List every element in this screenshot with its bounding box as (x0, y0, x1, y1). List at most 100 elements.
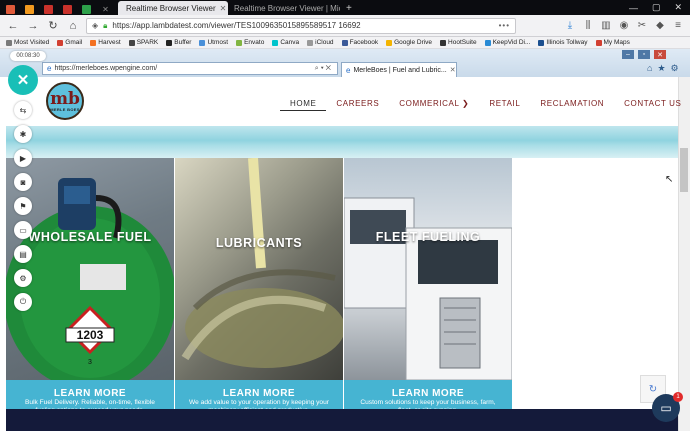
bookmark-item[interactable]: Illinois Tollway (538, 39, 588, 46)
bookmark-item[interactable]: iCloud (307, 39, 334, 46)
new-tab-button[interactable]: + (346, 3, 352, 14)
card-footer[interactable]: LEARN MORE We add value to your operatio… (175, 380, 343, 412)
lambdatest-toolbar: ✕ ⇆ ✱ ▶ ◙ ⚑ ▭ ▤ ⚙ ⏻ (6, 63, 40, 323)
remote-close-button[interactable]: ✕ (654, 50, 666, 59)
menu-item-reclamation[interactable]: RECLAMATION (530, 99, 614, 111)
home-icon[interactable]: ⌂ (66, 20, 80, 32)
switch-session-button[interactable]: ⇆ (14, 101, 32, 119)
menu-item-careers[interactable]: CAREERS (326, 99, 389, 111)
maps-icon (595, 39, 602, 46)
card-footer[interactable]: LEARN MORE Custom solutions to keep your… (344, 380, 512, 412)
spark-icon (128, 39, 135, 46)
ie-icon: e (47, 64, 52, 73)
bookmark-item[interactable]: KeepVid Di... (484, 39, 530, 46)
scrollbar-thumb[interactable] (680, 148, 688, 192)
card-lubricants[interactable]: LUBRICANTS LEARN MORE We add value to yo… (175, 158, 343, 412)
bookmark-item[interactable]: Canva (272, 39, 299, 46)
settings-gear-icon[interactable]: ⚙ (671, 63, 679, 74)
pinned-tab-1[interactable] (2, 3, 19, 15)
oil-pour-illustration (181, 158, 343, 368)
keepvid-icon (484, 39, 491, 46)
bookmark-item[interactable]: Facebook (341, 39, 378, 46)
google-drive-icon (386, 39, 393, 46)
bookmark-item[interactable]: Utmost (199, 39, 228, 46)
menu-icon[interactable]: ≡ (672, 20, 684, 31)
screenshot-button[interactable]: ◙ (14, 173, 32, 191)
page-actions-icon[interactable]: ••• (499, 21, 510, 30)
pinned-tab-5[interactable] (78, 3, 95, 15)
bookmark-item[interactable]: Most Visited (6, 39, 49, 46)
maximize-button[interactable]: ▢ (652, 2, 661, 13)
card-fleet-fueling[interactable]: FLEET FUELING LEARN MORE Custom solution… (344, 158, 512, 412)
minimize-button[interactable]: — (629, 3, 638, 13)
remote-url-bar[interactable]: e https://merleboes.wpengine.com/ ⌕▾✕ (42, 62, 338, 75)
extension-icon[interactable]: ◆ (654, 20, 666, 31)
files-button[interactable]: ▤ (14, 245, 32, 263)
hootsuite-icon (440, 39, 447, 46)
menu-item-contact[interactable]: CONTACT US (614, 99, 690, 111)
card-photo (175, 158, 343, 380)
download-icon[interactable]: ⤓ (564, 20, 576, 31)
chat-notification-badge: 1 (673, 392, 683, 402)
favorites-star-icon[interactable]: ★ (657, 63, 665, 74)
bookmark-item[interactable]: Harvest (90, 39, 121, 46)
icloud-icon (307, 39, 314, 46)
resolution-button[interactable]: ▭ (14, 221, 32, 239)
bookmark-item[interactable]: Buffer (166, 39, 191, 46)
bookmark-item[interactable]: Google Drive (386, 39, 432, 46)
bookmark-item[interactable]: My Maps (595, 39, 630, 46)
camera-icon: ◙ (20, 177, 26, 187)
tab-microsoft[interactable]: Realtime Browser Viewer | Microsoft — Wi (230, 2, 340, 15)
search-refresh-icon[interactable]: ⌕▾✕ (315, 65, 333, 73)
page-scrollbar[interactable] (678, 77, 690, 431)
menu-item-retail[interactable]: RETAIL (479, 99, 530, 111)
bookmark-item[interactable]: SPARK (128, 39, 158, 46)
settings-button[interactable]: ⚙ (14, 269, 32, 287)
learn-more-button[interactable]: LEARN MORE (344, 388, 512, 399)
bookmark-item[interactable]: Gmail (57, 39, 82, 46)
library-icon[interactable]: ⫼ (582, 20, 594, 31)
mark-bug-button[interactable]: ⚑ (14, 197, 32, 215)
end-session-button[interactable]: ⏻ (14, 293, 32, 311)
pinned-tab-4[interactable] (59, 3, 76, 15)
remote-tab-close-icon[interactable]: ✕ (450, 66, 456, 74)
pinned-tab-6[interactable]: ✕ (97, 3, 114, 15)
screenshot-icon[interactable]: ✂ (636, 20, 648, 31)
tab-title: Realtime Browser Viewer (126, 3, 216, 13)
remote-minimize-button[interactable]: – (622, 50, 634, 59)
browser-nav-bar: ← → ↻ ⌂ ◈ 🔒︎ https://app.lambdatest.com/… (0, 15, 690, 37)
pinned-tab-3[interactable] (40, 3, 57, 15)
sidebar-icon[interactable]: ▥ (600, 20, 612, 31)
lock-icon: 🔒︎ (103, 20, 108, 30)
site-logo[interactable]: mb MERLE BOES (46, 82, 84, 120)
card-footer[interactable]: LEARN MORE Bulk Fuel Delivery. Reliable,… (6, 380, 174, 412)
learn-more-button[interactable]: LEARN MORE (6, 388, 174, 399)
menu-item-commercial[interactable]: COMMERICAL ❯ (389, 99, 479, 111)
close-toolbar-button[interactable]: ✕ (8, 65, 38, 95)
svg-text:1203: 1203 (77, 328, 104, 342)
bug-icon: ✱ (19, 129, 27, 139)
logo-mark: mb (50, 88, 80, 109)
bookmark-item[interactable]: HootSuite (440, 39, 477, 46)
folder-icon: ▤ (19, 249, 27, 259)
tab-realtime-viewer[interactable]: Realtime Browser Viewer ✕ (118, 1, 228, 15)
remote-maximize-button[interactable]: ▫ (638, 50, 650, 59)
home-icon[interactable]: ⌂ (647, 63, 652, 74)
learn-more-button[interactable]: LEARN MORE (175, 388, 343, 399)
menu-item-home[interactable]: HOME (280, 99, 327, 111)
pinned-tab-2[interactable] (21, 3, 38, 15)
reload-icon[interactable]: ↻ (46, 19, 60, 32)
forward-arrow-icon[interactable]: → (26, 20, 40, 32)
b-icon (25, 4, 34, 14)
gmail-icon (57, 39, 64, 46)
debug-button[interactable]: ✱ (14, 125, 32, 143)
account-icon[interactable]: ◉ (618, 20, 630, 31)
remote-tab[interactable]: e MerleBoes | Fuel and Lubric... ✕ (341, 62, 457, 77)
bookmark-item[interactable]: Envato (236, 39, 264, 46)
tab-close-icon[interactable]: ✕ (220, 4, 227, 13)
close-window-button[interactable]: ✕ (674, 2, 682, 13)
recaptcha-icon: ↻ (648, 383, 658, 395)
back-arrow-icon[interactable]: ← (6, 20, 20, 32)
url-bar[interactable]: ◈ 🔒︎ https://app.lambdatest.com/viewer/T… (86, 17, 516, 34)
record-video-button[interactable]: ▶ (14, 149, 32, 167)
